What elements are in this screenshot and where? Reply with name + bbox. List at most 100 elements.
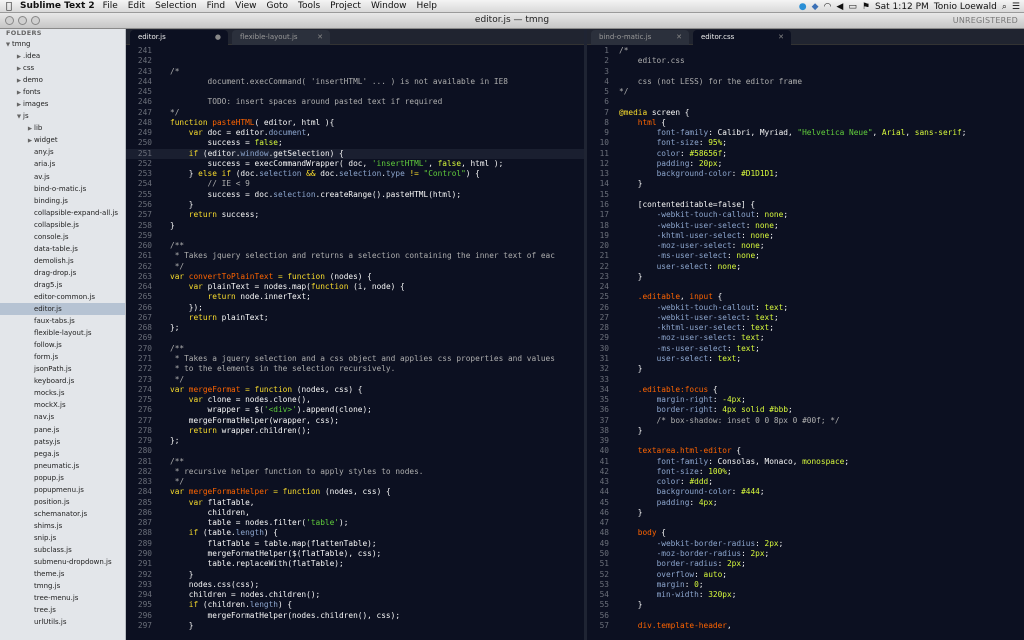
sidebar-item-label: popup.js bbox=[34, 473, 64, 482]
dropbox-icon[interactable]: ◆ bbox=[812, 2, 819, 12]
user-name[interactable]: Tonio Loewald bbox=[934, 2, 997, 12]
menu-tools[interactable]: Tools bbox=[298, 1, 320, 11]
twitter-icon[interactable]: ● bbox=[799, 2, 807, 12]
sidebar-item[interactable]: av.js bbox=[0, 171, 125, 183]
code-token: color bbox=[656, 477, 681, 487]
flag-icon[interactable]: ⚑ bbox=[862, 2, 870, 12]
sidebar-item[interactable]: collapsible.js bbox=[0, 219, 125, 231]
sidebar-item[interactable]: pane.js bbox=[0, 424, 125, 436]
sidebar-item[interactable]: mockX.js bbox=[0, 399, 125, 411]
battery-icon[interactable]: ▭ bbox=[848, 2, 857, 12]
sidebar-item[interactable]: ▶ css bbox=[0, 62, 125, 74]
list-icon[interactable]: ☰ bbox=[1012, 2, 1020, 12]
close-icon[interactable]: ✕ bbox=[778, 30, 784, 44]
code-token: success = doc. bbox=[170, 189, 274, 199]
sidebar-item[interactable]: nav.js bbox=[0, 411, 125, 423]
sidebar-item[interactable]: console.js bbox=[0, 231, 125, 243]
close-icon[interactable]: ✕ bbox=[676, 30, 682, 44]
clock[interactable]: Sat 1:12 PM bbox=[875, 2, 929, 12]
sidebar-item[interactable]: tree.js bbox=[0, 604, 125, 616]
tab-editor-js[interactable]: editor.js ● bbox=[130, 30, 228, 45]
menu-find[interactable]: Find bbox=[207, 1, 225, 11]
sidebar-item[interactable]: theme.js bbox=[0, 568, 125, 580]
sidebar-item[interactable]: ▶ lib bbox=[0, 122, 125, 134]
sidebar-item[interactable]: collapsible-expand-all.js bbox=[0, 207, 125, 219]
code-token: overflow bbox=[656, 569, 695, 579]
code-token: document bbox=[268, 128, 307, 138]
sidebar-item[interactable]: follow.js bbox=[0, 339, 125, 351]
sidebar-item[interactable]: ▼ tmng bbox=[0, 38, 125, 50]
code-token: ; bbox=[722, 148, 727, 158]
tab-bind-o-matic-js[interactable]: bind-o-matic.js ✕ bbox=[591, 30, 689, 45]
sidebar-item[interactable]: tmng.js bbox=[0, 580, 125, 592]
sidebar-item-label: demo bbox=[23, 76, 43, 85]
sidebar-item-label: drag5.js bbox=[34, 280, 63, 289]
menu-goto[interactable]: Goto bbox=[266, 1, 288, 11]
menu-help[interactable]: Help bbox=[416, 1, 437, 11]
sidebar-item[interactable]: mocks.js bbox=[0, 387, 125, 399]
code-token: min-width bbox=[656, 590, 699, 600]
sidebar-item[interactable]: schemanator.js bbox=[0, 508, 125, 520]
sidebar-item[interactable]: ▶ images bbox=[0, 98, 125, 110]
sidebar-item[interactable]: flexible-layout.js bbox=[0, 327, 125, 339]
menu-file[interactable]: File bbox=[103, 1, 118, 11]
sidebar-item[interactable]: bind-o-matic.js bbox=[0, 183, 125, 195]
sidebar-item[interactable]: snip.js bbox=[0, 532, 125, 544]
tab-flexible-layout-js[interactable]: flexible-layout.js ✕ bbox=[232, 30, 330, 45]
sidebar-item[interactable]: any.js bbox=[0, 146, 125, 158]
sidebar-item[interactable]: ▶ fonts bbox=[0, 86, 125, 98]
sidebar-item[interactable]: subclass.js bbox=[0, 544, 125, 556]
sidebar-item[interactable]: ▶ .idea bbox=[0, 50, 125, 62]
code-token: '<div>' bbox=[263, 405, 297, 415]
line-number: 24 bbox=[599, 282, 609, 292]
wifi-icon[interactable]: ◠ bbox=[824, 2, 832, 12]
sidebar-item[interactable]: pega.js bbox=[0, 448, 125, 460]
code-line: 277 mergeFormatHelper(wrapper, css); bbox=[126, 416, 584, 426]
sidebar-item[interactable]: pneumatic.js bbox=[0, 460, 125, 472]
menu-selection[interactable]: Selection bbox=[155, 1, 196, 11]
sidebar-item[interactable]: ▼ js bbox=[0, 110, 125, 122]
sidebar-item[interactable]: tree-menu.js bbox=[0, 592, 125, 604]
sidebar-item[interactable]: keyboard.js bbox=[0, 375, 125, 387]
search-icon[interactable]: ⌕ bbox=[1002, 2, 1007, 12]
tab-editor-css[interactable]: editor.css ✕ bbox=[693, 30, 791, 45]
code-line: 6 bbox=[587, 97, 1024, 107]
sidebar-item[interactable]: drag5.js bbox=[0, 279, 125, 291]
menu-edit[interactable]: Edit bbox=[128, 1, 145, 11]
sidebar-item[interactable]: popup.js bbox=[0, 472, 125, 484]
sidebar-item[interactable]: position.js bbox=[0, 496, 125, 508]
code-line: 253 } else if (doc.selection && doc.sele… bbox=[126, 169, 584, 179]
app-name-menu[interactable]: Sublime Text 2 bbox=[20, 1, 95, 11]
volume-icon[interactable]: ◀ bbox=[836, 2, 843, 12]
sidebar-item[interactable]: ▶ demo bbox=[0, 74, 125, 86]
sidebar-item[interactable]: data-table.js bbox=[0, 243, 125, 255]
apple-icon[interactable]:  bbox=[0, 1, 18, 12]
sidebar-item[interactable]: editor.js bbox=[0, 303, 125, 316]
code-editor-css[interactable]: 1/* 2 editor.css 3 4 css (not LESS) for the… bbox=[587, 46, 1024, 640]
dirty-dot-icon[interactable]: ● bbox=[215, 30, 221, 44]
sidebar-item[interactable]: editor-common.js bbox=[0, 291, 125, 303]
line-number: 11 bbox=[599, 148, 609, 158]
code-token: .createRange().pasteHTML(html); bbox=[315, 189, 462, 199]
sidebar-item[interactable]: demolish.js bbox=[0, 255, 125, 267]
sidebar-item[interactable]: binding.js bbox=[0, 195, 125, 207]
sidebar-item[interactable]: aria.js bbox=[0, 158, 125, 170]
code-editor-js[interactable]: 241 242 243/* 244 document.execCommand( 'in… bbox=[126, 46, 584, 640]
sidebar-item[interactable]: patsy.js bbox=[0, 436, 125, 448]
sidebar-item[interactable]: faux-tabs.js bbox=[0, 315, 125, 327]
sidebar-item[interactable]: submenu-dropdown.js bbox=[0, 556, 125, 568]
close-icon[interactable]: ✕ bbox=[317, 30, 323, 44]
sidebar-item[interactable]: ▶ widget bbox=[0, 134, 125, 146]
menu-view[interactable]: View bbox=[235, 1, 256, 11]
sidebar-item-label: shims.js bbox=[34, 521, 63, 530]
sidebar-item[interactable]: drag-drop.js bbox=[0, 267, 125, 279]
menu-project[interactable]: Project bbox=[330, 1, 361, 11]
sidebar-item[interactable]: jsonPath.js bbox=[0, 363, 125, 375]
sidebar-item[interactable]: urlUtils.js bbox=[0, 616, 125, 628]
code-token: (table. bbox=[202, 528, 236, 538]
sidebar-item[interactable]: shims.js bbox=[0, 520, 125, 532]
sidebar-item[interactable]: form.js bbox=[0, 351, 125, 363]
menu-window[interactable]: Window bbox=[371, 1, 407, 11]
sidebar-item[interactable]: popupmenu.js bbox=[0, 484, 125, 496]
